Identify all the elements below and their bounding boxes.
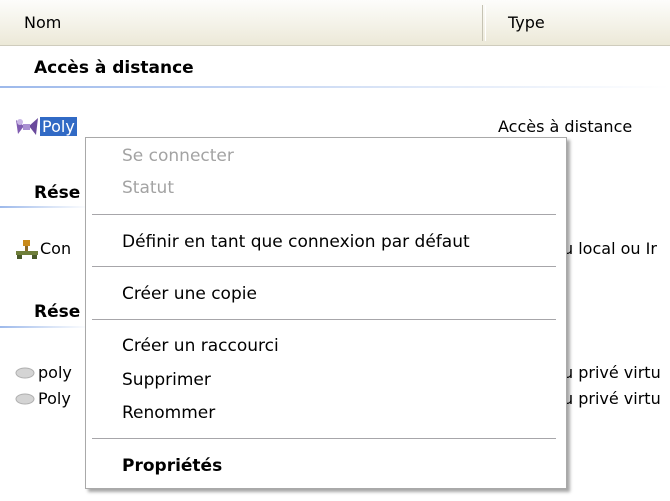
column-header-name[interactable]: Nom: [24, 0, 61, 45]
vpn-connection-icon: [15, 367, 35, 379]
menu-separator: [92, 266, 556, 267]
menu-item-connect[interactable]: Se connecter: [122, 146, 234, 166]
connection-name[interactable]: poly: [38, 363, 72, 382]
context-menu: Se connecter Statut Définir en tant que …: [85, 137, 567, 489]
menu-separator: [92, 319, 556, 320]
menu-item-set-default[interactable]: Définir en tant que connexion par défaut: [122, 232, 470, 252]
column-separator[interactable]: [482, 5, 486, 41]
menu-item-delete[interactable]: Supprimer: [122, 370, 211, 390]
connection-type: Accès à distance: [498, 117, 633, 136]
connection-name[interactable]: Poly: [38, 389, 71, 408]
column-header-type[interactable]: Type: [508, 0, 545, 45]
connection-type: u local ou Ir: [563, 239, 657, 258]
menu-item-rename[interactable]: Renommer: [122, 403, 215, 423]
menu-item-status[interactable]: Statut: [122, 178, 174, 198]
menu-separator: [92, 438, 556, 439]
connection-type: u privé virtu: [563, 389, 661, 408]
menu-separator: [92, 214, 556, 215]
column-header-bar: Nom Type: [0, 0, 670, 46]
group-title-remote-access: Accès à distance: [34, 58, 194, 78]
menu-item-create-shortcut[interactable]: Créer un raccourci: [122, 336, 279, 356]
group-title-lan: Rése: [34, 183, 81, 203]
group-divider: [0, 206, 90, 208]
vpn-connection-icon: [15, 393, 35, 405]
lan-connection-icon: [16, 240, 38, 259]
connection-name[interactable]: Poly: [40, 117, 77, 136]
dialup-connection-icon: [16, 118, 38, 135]
connection-name[interactable]: Con: [40, 239, 71, 258]
menu-item-properties[interactable]: Propriétés: [122, 456, 222, 476]
group-divider: [0, 86, 670, 88]
connection-type: u privé virtu: [563, 363, 661, 382]
menu-item-create-copy[interactable]: Créer une copie: [122, 284, 257, 304]
group-divider: [0, 326, 90, 328]
group-title-vpn: Rése: [34, 302, 81, 322]
